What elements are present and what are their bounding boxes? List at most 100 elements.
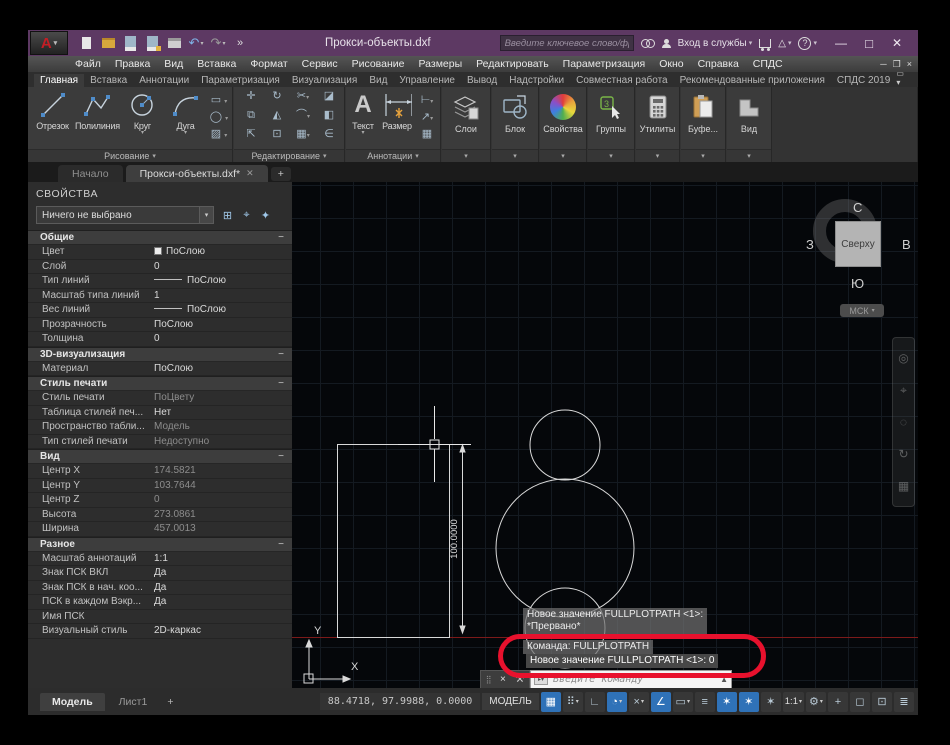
arc-button[interactable]: Дуга ▾ — [165, 90, 206, 143]
ribbon-panel-utilities[interactable]: Утилиты ▾ — [636, 87, 680, 162]
pickadd-toggle-icon[interactable]: ⊞ — [219, 207, 236, 224]
rectangle-object[interactable] — [338, 445, 450, 638]
ribbon-panel-block[interactable]: Блок ▾ — [492, 87, 539, 162]
app-menu-button[interactable]: A▾ — [30, 31, 68, 55]
doc-close-button[interactable]: × — [907, 59, 912, 70]
wrench-icon[interactable]: ⚒ — [515, 674, 524, 685]
ribbon-panel-clipboard[interactable]: Буфе... ▾ — [681, 87, 726, 162]
collapse-icon[interactable]: − — [278, 232, 284, 243]
property-value[interactable]: ПоСлою — [148, 318, 292, 332]
menu-item-справка[interactable]: Справка — [691, 58, 746, 70]
ribbon-panel-groups[interactable]: 3 Группы ▾ — [588, 87, 635, 162]
autodesk-apps-button[interactable]: △▾ — [778, 38, 791, 49]
property-value[interactable]: ПоСлою — [148, 303, 292, 317]
file-tab-начало[interactable]: Начало — [58, 165, 123, 182]
ortho-icon[interactable]: ∟ — [585, 692, 605, 712]
property-value[interactable]: Нет — [148, 406, 292, 420]
undo-icon[interactable] — [188, 36, 204, 50]
head-circle-object[interactable] — [530, 410, 600, 480]
property-value[interactable]: ПоСлою — [148, 274, 292, 288]
polar-tracking-icon[interactable]: ◔▾ — [607, 692, 627, 712]
wcs-dropdown[interactable]: МСК▾ — [840, 304, 884, 317]
clean-screen-icon[interactable]: ⊡ — [872, 692, 892, 712]
ribbon-tab-надстройки[interactable]: Надстройки — [503, 74, 570, 87]
open-file-icon[interactable] — [100, 36, 116, 50]
hardware-accel-icon[interactable]: + — [828, 692, 848, 712]
panel-label-utilities[interactable]: ▾ — [636, 149, 679, 162]
fillet-icon[interactable]: ⌒▾ — [292, 109, 314, 128]
ribbon-panel-view[interactable]: Вид ▾ — [727, 87, 772, 162]
snap-mode-icon[interactable]: ⠿▾ — [563, 692, 583, 712]
panel-label-layers[interactable]: ▾ — [442, 149, 490, 162]
text-button[interactable]: A Текст ▾ — [348, 90, 378, 141]
ribbon-tab-совместная работа[interactable]: Совместная работа — [570, 74, 674, 87]
viewcube-north[interactable]: С — [853, 200, 862, 215]
redo-icon[interactable] — [210, 36, 226, 50]
annotation-scale-button[interactable]: 1:1▾ — [783, 692, 804, 712]
offset-icon[interactable]: ∈ — [318, 128, 340, 147]
property-value[interactable]: 0 — [148, 332, 292, 346]
explode-icon[interactable]: ◧ — [318, 109, 340, 128]
property-value[interactable]: 0 — [148, 260, 292, 274]
property-value[interactable] — [148, 610, 292, 624]
leader-icon[interactable]: ↗▾ — [416, 111, 438, 126]
ribbon-collapse-button[interactable]: ▭ ▾ — [896, 69, 918, 87]
object-snap-icon[interactable]: ∠ — [651, 692, 671, 712]
doc-restore-button[interactable]: ❐ — [893, 59, 901, 70]
stretch-icon[interactable]: ⇱ — [240, 128, 262, 147]
command-prompt-icon[interactable]: ▸▾ — [534, 674, 548, 685]
isolate-objects-icon[interactable]: ◻ — [850, 692, 870, 712]
property-value[interactable]: 174.5821 — [148, 464, 292, 478]
menu-item-сервис[interactable]: Сервис — [295, 58, 345, 70]
menu-item-вставка[interactable]: Вставка — [190, 58, 243, 70]
properties-section-header[interactable]: Вид− — [28, 449, 292, 464]
mirror-icon[interactable]: ◭ — [266, 109, 288, 128]
annotation-visibility-icon[interactable]: ✶ — [717, 692, 737, 712]
dimension-button[interactable]: Размер — [379, 90, 415, 141]
ribbon-tab-параметризация[interactable]: Параметризация — [195, 74, 286, 87]
annotation-autoscale-icon[interactable]: ✶ — [739, 692, 759, 712]
panel-label-clipboard[interactable]: ▾ — [681, 149, 725, 162]
property-value[interactable]: 2D-каркас — [148, 624, 292, 638]
search-binoculars-icon[interactable] — [641, 39, 655, 47]
circle-button[interactable]: Круг ▾ — [122, 90, 163, 143]
body-circle-object[interactable] — [496, 479, 634, 617]
new-file-icon[interactable] — [78, 36, 94, 50]
lineweight-icon[interactable]: ≡ — [695, 692, 715, 712]
panel-label-properties[interactable]: ▾ — [540, 149, 586, 162]
ribbon-tab-рекомендованные приложения[interactable]: Рекомендованные приложения — [674, 74, 831, 87]
file-tab-прокси-объекты-dxf-[interactable]: Прокси-объекты.dxf*✕ — [126, 165, 268, 182]
isodraft-icon[interactable]: ×▾ — [629, 692, 649, 712]
menu-item-правка[interactable]: Правка — [108, 58, 157, 70]
signin-button[interactable]: Вход в службы▾ — [678, 38, 753, 49]
minimize-button[interactable] — [834, 36, 848, 51]
property-value[interactable]: 0 — [148, 493, 292, 507]
select-objects-icon[interactable]: ⌖ — [238, 207, 255, 224]
panel-label-modify[interactable]: Редактирование▾ — [234, 149, 344, 162]
trim-icon[interactable]: ✂▾ — [292, 90, 314, 109]
drag-grip-icon[interactable]: ⣿ — [486, 675, 491, 684]
property-value[interactable]: Да — [148, 581, 292, 595]
collapse-icon[interactable]: − — [278, 451, 284, 462]
history-up-icon[interactable]: ▲ — [720, 675, 728, 684]
viewcube-east[interactable]: В — [902, 237, 911, 252]
ribbon-tab-вставка[interactable]: Вставка — [84, 74, 133, 87]
properties-section-header[interactable]: Разное− — [28, 537, 292, 552]
showmotion-icon[interactable]: ▦ — [898, 479, 909, 493]
property-value[interactable]: Да — [148, 595, 292, 609]
app-store-cart-icon[interactable] — [759, 39, 771, 48]
property-value[interactable]: Недоступно — [148, 435, 292, 449]
snap-overrides-icon[interactable]: ▭▾ — [673, 692, 693, 712]
save-icon[interactable] — [122, 36, 138, 50]
ribbon-tab-вывод[interactable]: Вывод — [461, 74, 503, 87]
table-icon[interactable]: ▦ — [416, 128, 438, 141]
property-value[interactable]: Да — [148, 566, 292, 580]
menu-item-формат[interactable]: Формат — [243, 58, 294, 70]
ribbon-tab-визуализация[interactable]: Визуализация — [286, 74, 363, 87]
property-value[interactable]: 457.0013 — [148, 522, 292, 536]
grid-icon[interactable]: ▦ — [541, 692, 561, 712]
menu-item-файл[interactable]: Файл — [68, 58, 108, 70]
workspace-icon[interactable]: ⚙▾ — [806, 692, 826, 712]
panel-label-draw[interactable]: Рисование▾ — [28, 149, 232, 162]
panel-label-groups[interactable]: ▾ — [588, 149, 634, 162]
